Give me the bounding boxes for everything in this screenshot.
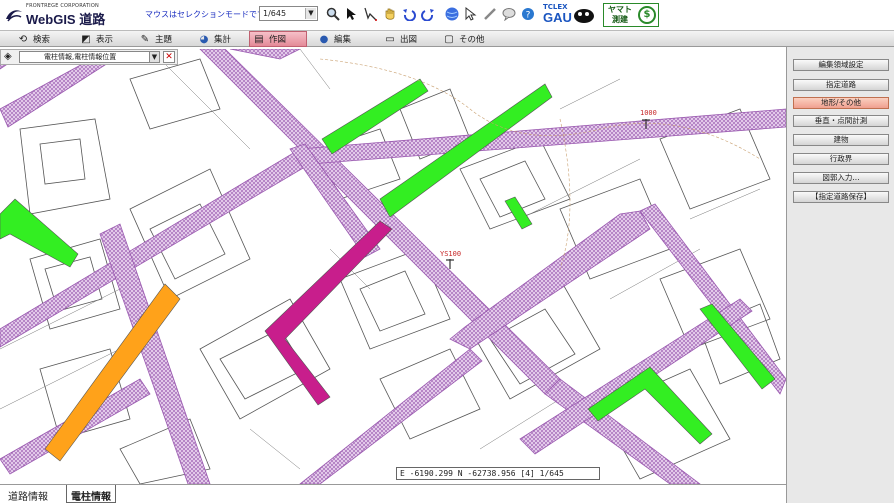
tooltip-icon[interactable] bbox=[500, 5, 517, 23]
edit-icon: ● bbox=[319, 33, 329, 45]
coordinate-readout: E -6190.299 N -62738.956 [4] 1/645 bbox=[396, 467, 600, 480]
redo-icon[interactable] bbox=[419, 5, 436, 23]
measure-button[interactable]: 垂直・点間計測 bbox=[793, 115, 889, 127]
scale-select[interactable]: 1/645 ▼ bbox=[259, 6, 318, 21]
tab-edit[interactable]: ● 編集 bbox=[315, 31, 361, 47]
pan-hand-icon[interactable] bbox=[381, 5, 398, 23]
select-arrow-icon[interactable] bbox=[343, 5, 360, 23]
display-icon: ◩ bbox=[81, 33, 91, 45]
terrain-other-button[interactable]: 地形/その他 bbox=[793, 97, 889, 109]
aggregate-icon: ◕ bbox=[199, 33, 209, 45]
search-icon: ⟲ bbox=[18, 33, 28, 45]
logo-swirl-icon bbox=[6, 10, 22, 22]
top-header: FRONTREGE CORPORATION WebGIS 道路 マウスはセレクシ… bbox=[0, 0, 894, 30]
mode-status: マウスはセレクションモードです bbox=[145, 10, 265, 19]
brand-yamato-text: ヤマト測建 bbox=[608, 5, 632, 24]
edit-area-button[interactable]: 編集領域設定 bbox=[793, 59, 889, 71]
tab-display[interactable]: ◩ 表示 bbox=[77, 31, 123, 47]
right-panel: 編集領域設定 指定道路 地形/その他 垂直・点間計測 建物 行政界 図郭入力..… bbox=[786, 47, 894, 503]
tab-print[interactable]: ▭ 出図 bbox=[381, 31, 427, 47]
layer-selector-bar: ◈ 電柱情報,電柱情報位置 ▼ ✕ bbox=[0, 49, 178, 65]
measure-icon[interactable] bbox=[481, 5, 498, 23]
close-icon[interactable]: ✕ bbox=[163, 51, 175, 63]
map-svg[interactable]: 1000 YS100 bbox=[0, 49, 786, 484]
draw-line-icon[interactable] bbox=[362, 5, 379, 23]
pole-label-ys100: YS100 bbox=[440, 250, 461, 258]
tab-search[interactable]: ⟲ 検索 bbox=[14, 31, 60, 47]
designated-road-button[interactable]: 指定道路 bbox=[793, 79, 889, 91]
app-logo: FRONTREGE CORPORATION WebGIS 道路 bbox=[4, 3, 116, 27]
undo-icon[interactable] bbox=[400, 5, 417, 23]
brand-cloud-icon bbox=[574, 9, 594, 23]
tab-aggregate[interactable]: ◕ 集計 bbox=[195, 31, 241, 47]
logo-title: WebGIS 道路 bbox=[26, 12, 106, 27]
pointer-icon[interactable] bbox=[462, 5, 479, 23]
tab-road-info[interactable]: 道路情報 bbox=[4, 485, 52, 503]
building-button[interactable]: 建物 bbox=[793, 134, 889, 146]
brand-yamato-logo: ヤマト測建 $ bbox=[603, 3, 659, 27]
map-sheet-input-button[interactable]: 図郭入力... bbox=[793, 172, 889, 184]
layer-select[interactable]: 電柱情報,電柱情報位置 bbox=[19, 51, 159, 63]
brand-gau-logo: TCLEX GAU bbox=[543, 3, 595, 27]
brand-yamato-mark-icon: $ bbox=[638, 6, 656, 24]
layer-icon: ◈ bbox=[4, 51, 12, 62]
other-icon: ▢ bbox=[444, 33, 454, 45]
map-canvas[interactable]: 1000 YS100 bbox=[0, 49, 786, 484]
tab-draw[interactable]: ▤ 作図 bbox=[249, 31, 307, 47]
zoom-icon[interactable] bbox=[324, 5, 341, 23]
svg-text:?: ? bbox=[525, 11, 530, 21]
chevron-down-icon[interactable]: ▼ bbox=[149, 51, 160, 63]
admin-boundary-button[interactable]: 行政界 bbox=[793, 153, 889, 165]
bottom-tab-bar: 道路情報 電柱情報 bbox=[0, 484, 786, 503]
brand-gau-main: GAU bbox=[543, 10, 572, 25]
scale-value: 1/645 bbox=[263, 9, 287, 18]
draw-icon: ▤ bbox=[254, 33, 264, 45]
tab-theme[interactable]: ✎ 主題 bbox=[136, 31, 182, 47]
info-icon[interactable]: ? bbox=[519, 5, 536, 23]
print-icon: ▭ bbox=[385, 33, 395, 45]
tab-other[interactable]: ▢ その他 bbox=[440, 31, 496, 47]
chevron-down-icon[interactable]: ▼ bbox=[305, 8, 316, 19]
main-tab-bar: ⟲ 検索 ◩ 表示 ✎ 主題 ◕ 集計 ▤ 作図 ● 編集 ▭ 出図 ▢ その他 bbox=[0, 30, 894, 47]
globe-icon[interactable] bbox=[443, 5, 460, 23]
pole-label-1000: 1000 bbox=[640, 109, 657, 117]
tab-pole-info[interactable]: 電柱情報 bbox=[66, 485, 116, 503]
save-designated-road-button[interactable]: 【指定道路保存】 bbox=[793, 191, 889, 203]
theme-icon: ✎ bbox=[140, 33, 150, 45]
